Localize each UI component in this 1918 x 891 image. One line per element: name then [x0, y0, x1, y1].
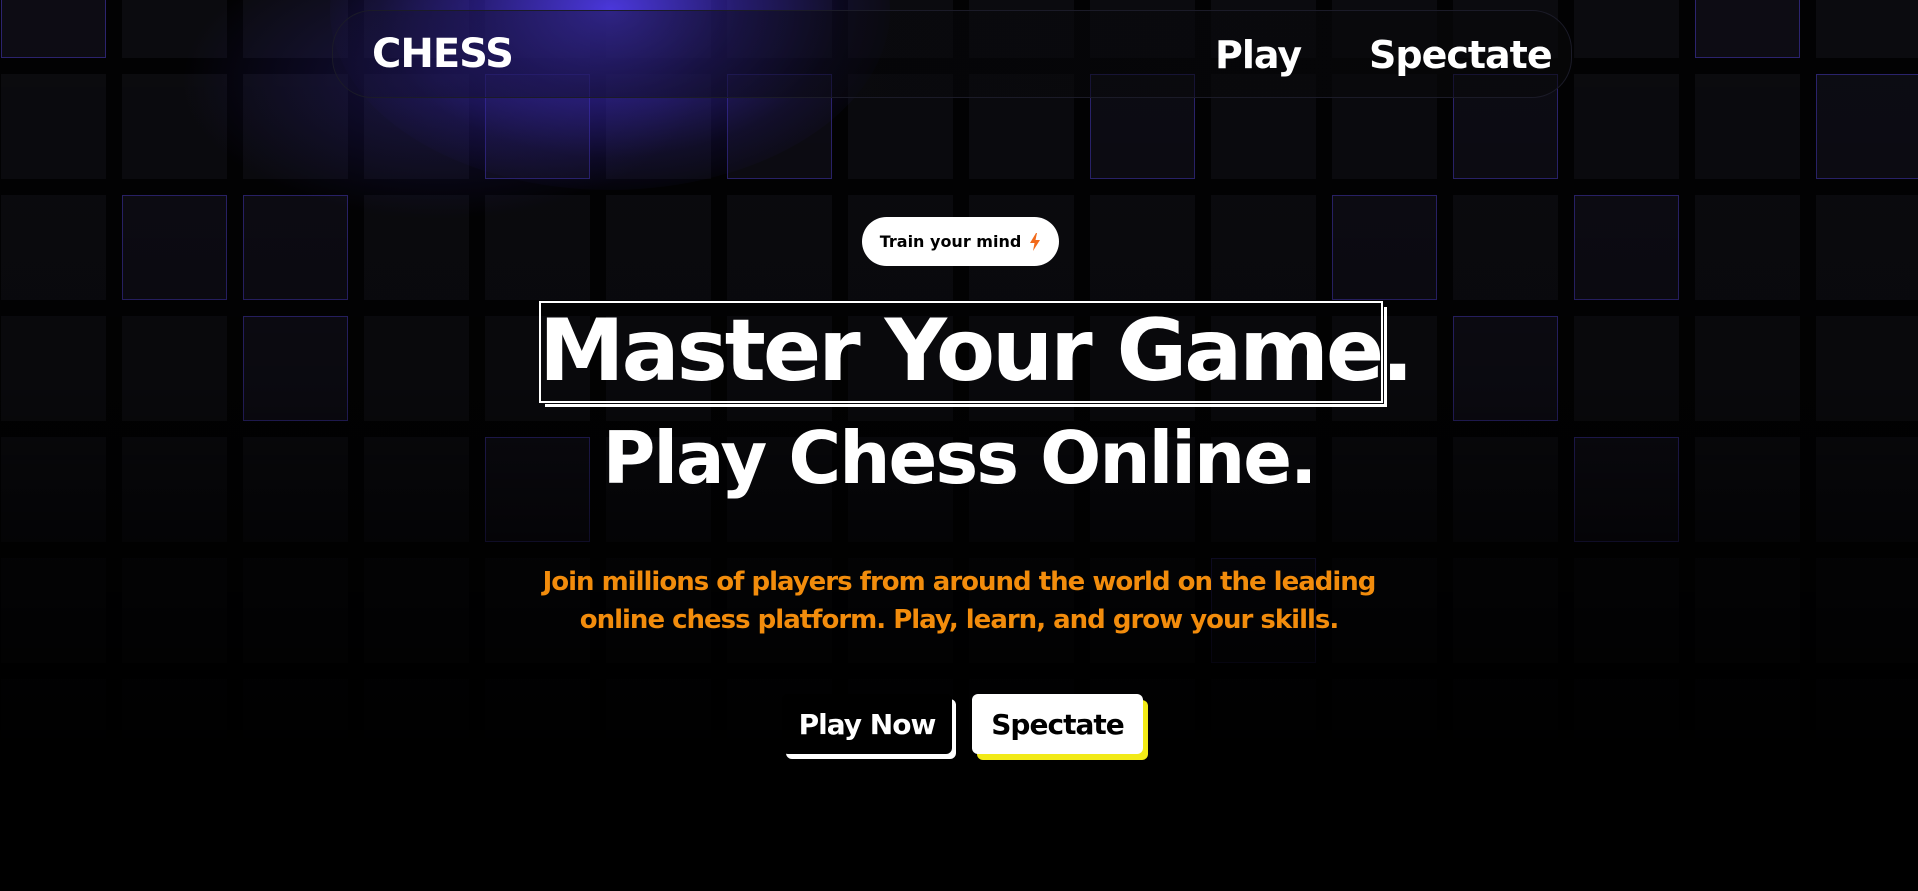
background-tile — [1090, 800, 1195, 891]
background-tile — [122, 0, 227, 58]
background-tile — [1574, 74, 1679, 179]
background-tile — [1816, 195, 1918, 300]
background-tile — [122, 800, 227, 891]
background-tile — [1574, 0, 1679, 58]
background-tile — [485, 679, 590, 784]
background-tile — [122, 558, 227, 663]
background-tile — [1453, 679, 1558, 784]
badge-label: Train your mind — [879, 232, 1022, 251]
background-tile — [364, 558, 469, 663]
background-tile — [1332, 195, 1437, 300]
play-now-button[interactable]: Play Now — [782, 694, 952, 754]
background-tile — [243, 800, 348, 891]
background-tile — [1, 800, 106, 891]
hero-badge: Train your mind — [862, 217, 1059, 266]
background-tile — [1, 679, 106, 784]
background-tile — [485, 800, 590, 891]
nav-link-play[interactable]: Play — [1215, 33, 1302, 77]
background-tile — [122, 195, 227, 300]
nav-link-spectate[interactable]: Spectate — [1369, 33, 1553, 77]
background-tile — [1453, 800, 1558, 891]
background-tile — [1211, 679, 1316, 784]
lightning-bolt-icon — [1030, 232, 1041, 251]
background-tile — [1332, 679, 1437, 784]
background-tile — [727, 800, 832, 891]
background-tile — [1211, 800, 1316, 891]
background-tile — [848, 800, 953, 891]
background-tile — [1, 558, 106, 663]
background-tile — [1695, 679, 1800, 784]
background-tile — [364, 195, 469, 300]
background-tile — [1816, 316, 1918, 421]
background-tile — [243, 558, 348, 663]
background-tile — [1211, 195, 1316, 300]
background-tile — [364, 800, 469, 891]
background-tile — [606, 800, 711, 891]
background-tile — [243, 316, 348, 421]
background-tile — [1, 74, 106, 179]
background-tile — [1574, 800, 1679, 891]
background-tile — [243, 679, 348, 784]
background-tile — [1695, 558, 1800, 663]
background-tile — [1816, 558, 1918, 663]
background-tile — [1695, 800, 1800, 891]
background-tile — [606, 195, 711, 300]
background-tile — [1695, 0, 1800, 58]
site-logo[interactable]: CHESS — [372, 31, 514, 77]
spectate-button[interactable]: Spectate — [972, 694, 1143, 754]
background-tile — [1453, 316, 1558, 421]
background-tile — [364, 316, 469, 421]
background-tile — [1, 0, 106, 58]
hero-headline: Master Your Game. — [539, 301, 1414, 401]
background-tile — [122, 74, 227, 179]
background-tile — [1816, 74, 1918, 179]
hero-subheadline: Play Chess Online. — [602, 416, 1318, 500]
background-tile — [1332, 800, 1437, 891]
background-tile — [243, 195, 348, 300]
background-tile — [364, 679, 469, 784]
background-tile — [1453, 195, 1558, 300]
top-navbar: CHESS Play Spectate — [332, 10, 1572, 98]
landing-page: CHESS Play Spectate Train your mind Mast… — [0, 0, 1918, 891]
background-tile — [1, 195, 106, 300]
background-tile — [1816, 800, 1918, 891]
background-tile — [485, 195, 590, 300]
background-tile — [969, 800, 1074, 891]
background-tile — [727, 195, 832, 300]
background-tile — [1574, 316, 1679, 421]
background-tile — [1574, 558, 1679, 663]
background-tile — [1695, 316, 1800, 421]
background-tile — [1816, 679, 1918, 784]
background-tile — [243, 74, 348, 179]
background-tile — [1453, 558, 1558, 663]
background-tile — [1695, 74, 1800, 179]
hero-description: Join millions of players from around the… — [542, 567, 1377, 635]
background-tile — [1695, 195, 1800, 300]
background-tile — [122, 316, 227, 421]
background-tile — [1, 316, 106, 421]
background-tile — [1090, 195, 1195, 300]
background-tile — [1816, 0, 1918, 58]
background-tile — [1574, 195, 1679, 300]
background-tile — [1574, 679, 1679, 784]
background-tile — [606, 679, 711, 784]
background-tile — [122, 679, 227, 784]
